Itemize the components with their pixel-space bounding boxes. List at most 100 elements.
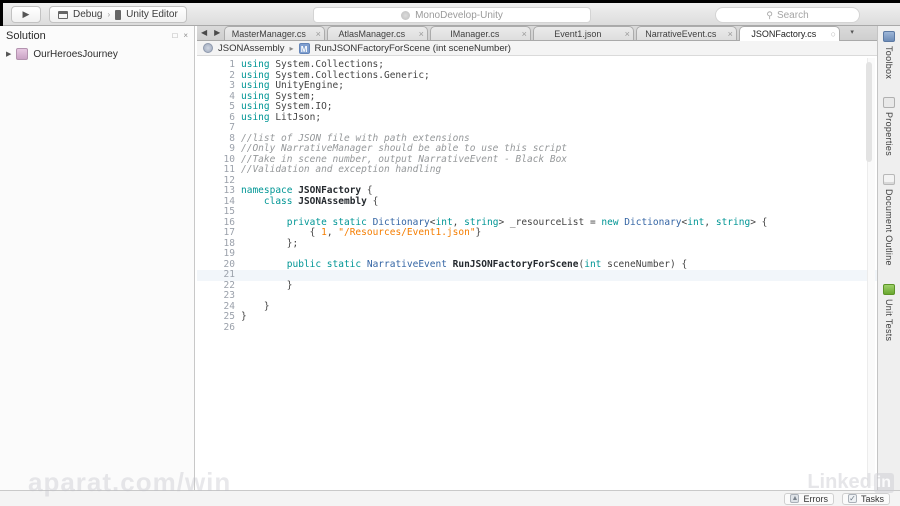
solution-panel-header: Solution □ × bbox=[0, 26, 194, 45]
tab-label[interactable]: Event1.json bbox=[534, 29, 621, 39]
warning-icon: ▲ bbox=[790, 494, 800, 503]
tab-event1-json[interactable]: Event1.json × bbox=[533, 26, 635, 40]
code-line: 23 bbox=[197, 290, 877, 302]
code-line: 22 } bbox=[197, 279, 877, 292]
code-line: 20 public static NarrativeEvent RunJSONF… bbox=[197, 258, 877, 271]
dock-tab-label[interactable]: Unit Tests bbox=[884, 299, 894, 341]
dock-tab-label[interactable]: Toolbox bbox=[884, 46, 894, 79]
tab-jsonfactory-cs[interactable]: JSONFactory.cs ○ bbox=[739, 26, 841, 41]
code-line: 24 } bbox=[197, 301, 877, 313]
project-icon bbox=[16, 48, 29, 60]
line-text: }; bbox=[241, 237, 299, 249]
dock-icon[interactable]: □ bbox=[172, 31, 177, 40]
method-icon: M bbox=[298, 42, 310, 54]
expander-icon[interactable]: ▶ bbox=[6, 50, 11, 58]
line-number: 1 bbox=[229, 59, 235, 70]
code-line: 6 using LitJson; bbox=[197, 112, 877, 124]
line-number: 21 bbox=[223, 269, 235, 280]
line-text: //Validation and exception handling bbox=[241, 164, 442, 175]
build-configuration-selector[interactable]: Debug › Unity Editor bbox=[49, 6, 187, 23]
code-line: 11 //Validation and exception handling bbox=[197, 164, 877, 176]
editor-scrollbar[interactable] bbox=[866, 58, 875, 486]
tasks-label: Tasks bbox=[860, 493, 884, 504]
line-number: 11 bbox=[223, 164, 235, 175]
errors-pad-button[interactable]: ▲ Errors bbox=[784, 492, 834, 505]
debug-config-label[interactable]: Debug bbox=[73, 9, 102, 20]
code-line: 25} bbox=[197, 311, 877, 323]
dock-tab-properties[interactable]: Properties bbox=[883, 97, 895, 156]
device-icon bbox=[115, 9, 122, 20]
solution-panel-title: Solution bbox=[6, 29, 46, 42]
code-editor[interactable]: 1 using System.Collections; 2 using System.… bbox=[197, 56, 877, 490]
run-button[interactable]: ▶ bbox=[11, 6, 41, 23]
nav-back-button[interactable]: ◀ bbox=[201, 28, 207, 37]
tasks-pad-button[interactable]: ✓ Tasks bbox=[841, 492, 890, 505]
tab-imanager-cs[interactable]: IManager.cs × bbox=[430, 26, 532, 40]
dock-tab-document-outline[interactable]: Document Outline bbox=[883, 174, 895, 266]
line-number: 23 bbox=[223, 290, 235, 301]
status-bar: ▲ Errors ✓ Tasks bbox=[0, 490, 900, 506]
line-number: 9 bbox=[229, 143, 235, 154]
tab-label[interactable]: AtlasManager.cs bbox=[328, 29, 415, 39]
solution-tree-item[interactable]: ▶ OurHeroesJourney bbox=[0, 45, 194, 60]
line-number: 19 bbox=[223, 248, 235, 259]
check-icon: ✓ bbox=[847, 494, 857, 503]
breadcrumb-member[interactable]: RunJSONFactoryForScene (int sceneNumber) bbox=[315, 43, 511, 54]
line-text: public static NarrativeEvent RunJSONFact… bbox=[286, 258, 688, 270]
errors-label: Errors bbox=[803, 493, 828, 504]
tab-bar-tabs: MasterManager.cs × AtlasManager.cs × IManage… bbox=[224, 26, 842, 41]
tab-narrativeevent-cs[interactable]: NarrativeEvent.cs × bbox=[636, 26, 738, 40]
line-number: 3 bbox=[229, 80, 235, 91]
breadcrumb-assembly[interactable]: JSONAssembly bbox=[218, 43, 285, 54]
solution-panel: Solution □ × ▶ OurHeroesJourney bbox=[0, 26, 195, 490]
line-number: 13 bbox=[223, 185, 235, 196]
code-line: 17 { 1, "/Resources/Event1.json"} bbox=[197, 227, 877, 239]
line-text: } bbox=[241, 279, 293, 291]
right-dock-strip: Toolbox Properties Document Outline Unit Te… bbox=[877, 26, 900, 490]
tab-label[interactable]: JSONFactory.cs bbox=[740, 29, 827, 39]
tab-mastermanager-cs[interactable]: MasterManager.cs × bbox=[224, 26, 326, 40]
editor-area: ◀ ▶ MasterManager.cs × AtlasManager.cs × IMa… bbox=[197, 26, 877, 490]
status-title-field: MonoDevelop-Unity bbox=[313, 7, 591, 23]
tab-label[interactable]: NarrativeEvent.cs bbox=[637, 29, 724, 39]
assembly-icon bbox=[203, 43, 213, 53]
properties-icon bbox=[883, 97, 895, 109]
dock-tab-toolbox[interactable]: Toolbox bbox=[883, 31, 895, 79]
code-line: 18 }; bbox=[197, 237, 877, 250]
tab-close-icon[interactable]: × bbox=[312, 29, 324, 39]
tab-close-icon[interactable]: × bbox=[518, 29, 530, 39]
project-name-label[interactable]: OurHeroesJourney bbox=[33, 49, 117, 60]
search-placeholder: Search bbox=[776, 9, 809, 21]
close-panel-icon[interactable]: × bbox=[183, 31, 188, 40]
main-toolbar: ▶ Debug › Unity Editor MonoDevelop-Unity… bbox=[3, 3, 900, 26]
tab-label[interactable]: MasterManager.cs bbox=[225, 29, 312, 39]
dock-tab-label[interactable]: Properties bbox=[884, 112, 894, 156]
dock-tab-unit-tests[interactable]: Unit Tests bbox=[883, 284, 895, 341]
nav-forward-button[interactable]: ▶ bbox=[214, 28, 220, 37]
scrollbar-thumb[interactable] bbox=[866, 62, 872, 162]
monodevelop-window: ▶ Debug › Unity Editor MonoDevelop-Unity… bbox=[0, 0, 900, 506]
dock-tab-label[interactable]: Document Outline bbox=[884, 189, 894, 266]
tab-close-icon[interactable]: × bbox=[724, 29, 736, 39]
search-input[interactable]: ⚲ Search bbox=[715, 7, 860, 23]
app-icon bbox=[401, 10, 411, 20]
window-icon bbox=[58, 10, 68, 19]
tab-modified-icon[interactable]: ○ bbox=[827, 29, 839, 39]
code-line: 14 class JSONAssembly { bbox=[197, 196, 877, 208]
line-number: 17 bbox=[223, 227, 235, 238]
code-lines: 1 using System.Collections; 2 using System.… bbox=[197, 59, 877, 334]
line-number: 25 bbox=[223, 311, 235, 322]
tab-close-icon[interactable]: × bbox=[415, 29, 427, 39]
run-target-label[interactable]: Unity Editor bbox=[126, 9, 178, 20]
tab-label[interactable]: IManager.cs bbox=[431, 29, 518, 39]
tab-overflow-button[interactable]: ▾ bbox=[844, 26, 860, 40]
code-line: 26 bbox=[197, 322, 877, 334]
play-icon: ▶ bbox=[22, 9, 30, 19]
breadcrumb: JSONAssembly ▸ M RunJSONFactoryForScene … bbox=[197, 41, 877, 56]
app-title: MonoDevelop-Unity bbox=[415, 9, 503, 21]
chevron-right-icon: › bbox=[107, 10, 111, 19]
tab-close-icon[interactable]: × bbox=[621, 29, 633, 39]
search-icon: ⚲ bbox=[766, 9, 773, 20]
toolbox-icon bbox=[883, 31, 895, 42]
tab-atlasmanager-cs[interactable]: AtlasManager.cs × bbox=[327, 26, 429, 40]
